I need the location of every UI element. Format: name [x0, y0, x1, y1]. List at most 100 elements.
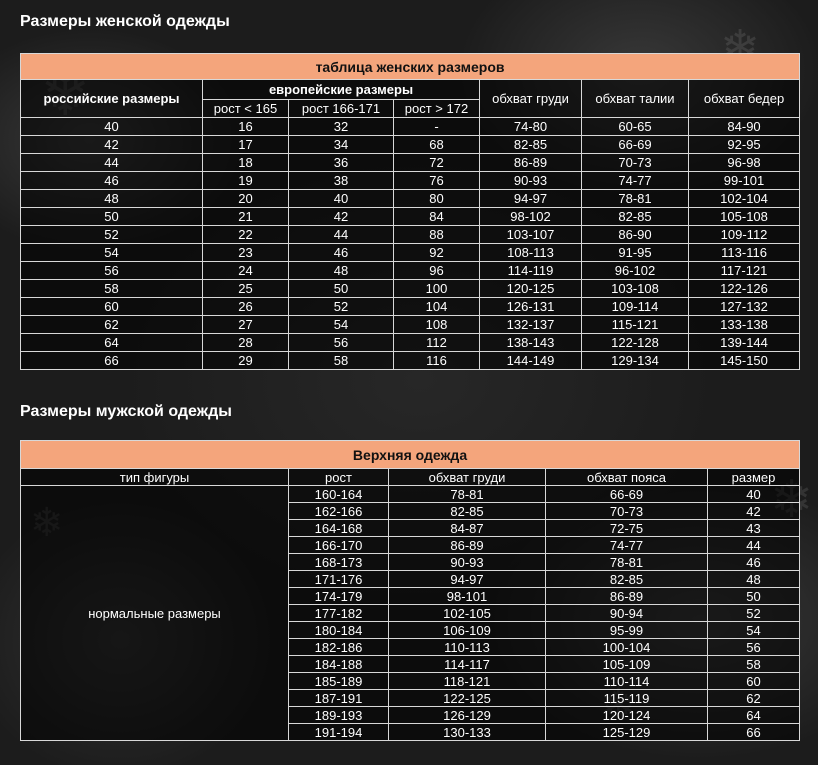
table-row: 42 17 34 68 82-85 66-69 92-95	[20, 135, 801, 154]
table-cell: 76	[393, 171, 480, 190]
table-cell: 184-188	[288, 655, 389, 673]
table-row: 54 23 46 92 108-113 91-95 113-116	[20, 243, 801, 262]
table-cell: 100-104	[545, 638, 708, 656]
table-cell: 98-101	[388, 587, 546, 605]
table-cell: 191-194	[288, 723, 389, 741]
table-cell: 96-102	[581, 261, 689, 280]
table-cell: 115-119	[545, 689, 708, 707]
men-sizes-table: Верхняя одежда тип фигуры рост обхват гр…	[19, 440, 801, 741]
table-row: 50 21 42 84 98-102 82-85 105-108	[20, 207, 801, 226]
women-sizes-heading: Размеры женской одежды	[20, 13, 230, 30]
table-cell: 74-77	[545, 536, 708, 554]
table-cell: 117-121	[687, 261, 801, 280]
table-cell: 66-69	[581, 135, 689, 154]
table-cell: 115-121	[581, 315, 689, 334]
table-cell: 48	[706, 570, 801, 588]
table-cell: 54	[20, 243, 203, 262]
table-cell: 105-108	[687, 207, 801, 226]
table-cell: 20	[202, 189, 289, 208]
table-cell: 27	[202, 315, 289, 334]
table-cell: 60	[20, 297, 203, 316]
table-cell: 50	[288, 279, 394, 298]
table-cell: 100	[393, 279, 480, 298]
table-cell: 164-168	[288, 519, 389, 537]
waist-header: обхват талии	[581, 79, 689, 118]
table-cell: 168-173	[288, 553, 389, 571]
table-cell: 96-98	[687, 153, 801, 172]
table-cell: 72	[393, 153, 480, 172]
men-sizes-heading: Размеры мужской одежды	[20, 403, 232, 420]
table-cell: 90-94	[545, 604, 708, 622]
table-cell: 60-65	[581, 117, 689, 136]
table-cell: 56	[706, 638, 801, 656]
table-cell: 88	[393, 225, 480, 244]
table-cell: 25	[202, 279, 289, 298]
table-cell: 78-81	[388, 485, 546, 503]
table-cell: 62	[706, 689, 801, 707]
table-cell: 187-191	[288, 689, 389, 707]
table-cell: 109-112	[687, 225, 801, 244]
table-row: 64 28 56 112 138-143 122-128 139-144	[20, 333, 801, 352]
table-cell: 129-134	[581, 351, 689, 370]
table-cell: 44	[20, 153, 203, 172]
table-cell: 112	[393, 333, 480, 352]
table-cell: 46	[706, 553, 801, 571]
table-cell: 122-128	[581, 333, 689, 352]
table-cell: 96	[393, 261, 480, 280]
table-cell: 138-143	[479, 333, 582, 352]
table-cell: 18	[202, 153, 289, 172]
table-cell: 44	[288, 225, 394, 244]
table-cell: 66-69	[545, 485, 708, 503]
table-row: нормальные размеры 160-164 78-81 66-69 40	[20, 485, 801, 741]
table-cell: 144-149	[479, 351, 582, 370]
table-cell: 64	[20, 333, 203, 352]
table-cell: 86-89	[388, 536, 546, 554]
table-cell: 46	[288, 243, 394, 262]
table-cell: 56	[20, 261, 203, 280]
women-sizes-table: таблица женских размеров российские разм…	[19, 53, 801, 370]
table-cell: 90-93	[479, 171, 582, 190]
table-cell: 60	[706, 672, 801, 690]
table-row: 44 18 36 72 86-89 70-73 96-98	[20, 153, 801, 172]
table-cell: 104	[393, 297, 480, 316]
height-over-172-header: рост > 172	[393, 99, 480, 118]
table-cell: 177-182	[288, 604, 389, 622]
table-cell: 84-90	[687, 117, 801, 136]
table-cell: 78-81	[581, 189, 689, 208]
table-cell: 24	[202, 261, 289, 280]
table-cell: 86-89	[545, 587, 708, 605]
table-cell: 174-179	[288, 587, 389, 605]
table-cell: 56	[288, 333, 394, 352]
table-row: 66 29 58 116 144-149 129-134 145-150	[20, 351, 801, 370]
table-cell: 103-108	[581, 279, 689, 298]
table-cell: 122-125	[388, 689, 546, 707]
table-cell: 70-73	[581, 153, 689, 172]
table-cell: 90-93	[388, 553, 546, 571]
table-row: 60 26 52 104 126-131 109-114 127-132	[20, 297, 801, 316]
russian-sizes-header: российские размеры	[20, 79, 203, 118]
table-cell: 52	[20, 225, 203, 244]
table-cell: 86-90	[581, 225, 689, 244]
table-cell: -	[393, 117, 480, 136]
table-row: 62 27 54 108 132-137 115-121 133-138	[20, 315, 801, 334]
table-cell: 66	[706, 723, 801, 741]
table-cell: 48	[20, 189, 203, 208]
table-cell: 68	[393, 135, 480, 154]
table-cell: 132-137	[479, 315, 582, 334]
table-cell: 125-129	[545, 723, 708, 741]
table-cell: 99-101	[687, 171, 801, 190]
table-cell: 38	[288, 171, 394, 190]
table-cell: 48	[288, 261, 394, 280]
table-cell: 103-107	[479, 225, 582, 244]
table-cell: 32	[288, 117, 394, 136]
table-cell: 110-113	[388, 638, 546, 656]
height-header: рост	[288, 468, 389, 486]
chest-header: обхват груди	[479, 79, 582, 118]
table-cell: 180-184	[288, 621, 389, 639]
table-cell: 17	[202, 135, 289, 154]
table-cell: 92-95	[687, 135, 801, 154]
table-cell: 40	[288, 189, 394, 208]
table-cell: 82-85	[388, 502, 546, 520]
table-cell: 40	[706, 485, 801, 503]
table-cell: 82-85	[581, 207, 689, 226]
